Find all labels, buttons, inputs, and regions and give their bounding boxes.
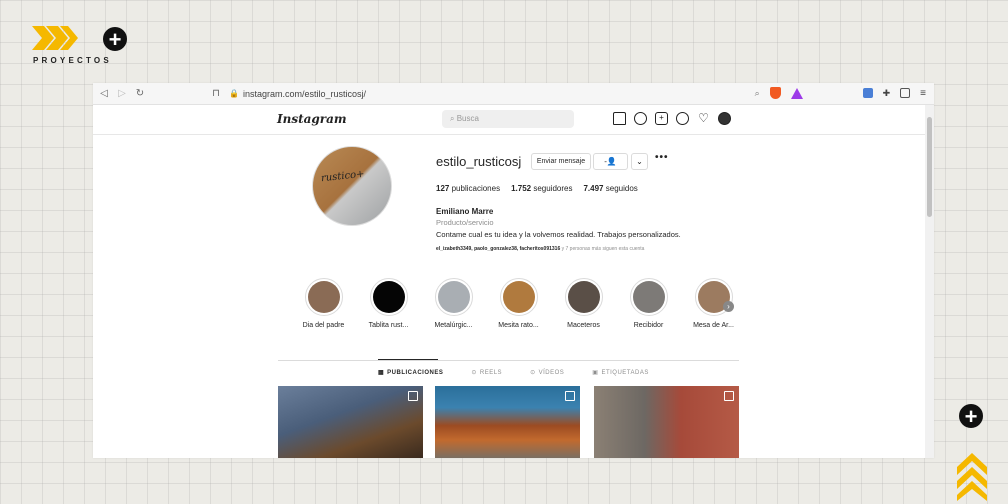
home-icon[interactable] (613, 112, 626, 125)
tab-label: REELS (479, 370, 503, 376)
search-placeholder: Busca (456, 114, 479, 123)
tab-vdeos[interactable]: ⊙ VÍDEOS (530, 369, 564, 376)
person-check-icon: -👤 (604, 157, 617, 166)
tab-icon: ⊙ (530, 370, 536, 376)
multiple-photos-icon (565, 391, 575, 401)
new-post-icon[interactable]: + (655, 112, 668, 125)
back-icon[interactable]: ◁ (97, 88, 111, 99)
posts-count: 127 publicaciones (436, 184, 501, 193)
story-highlights: Dia del padre Tablita rust... Metalúrgic..… (291, 278, 746, 329)
profile-stats: 127 publicaciones 1.752 seguidores 7.497… (436, 184, 638, 193)
followed-by[interactable]: el_izabeth3349, paolo_gonzalez38, facher… (436, 246, 644, 252)
active-tab-indicator (378, 359, 438, 360)
tabs-divider (278, 360, 739, 361)
activity-heart-icon[interactable]: ♡ (697, 112, 710, 125)
story-highlight[interactable]: Recibidor (616, 278, 681, 329)
highlight-cover (369, 278, 408, 316)
multiple-photos-icon (724, 391, 734, 401)
multiple-photos-icon (408, 391, 418, 401)
chevron-down-icon: ⌄ (636, 157, 643, 166)
plus-circle-icon: + (103, 27, 127, 51)
highlight-cover (499, 278, 538, 316)
profile-username: estilo_rusticosj (436, 154, 522, 169)
followers-count[interactable]: 1.752 seguidores (511, 184, 572, 193)
messenger-icon[interactable] (634, 112, 647, 125)
story-highlight[interactable]: Mesita rato... (486, 278, 551, 329)
tab-label: VÍDEOS (538, 370, 565, 376)
scrollbar[interactable] (925, 105, 934, 458)
search-input[interactable]: ⌕ Busca (442, 110, 574, 128)
story-highlight[interactable]: Metalúrgic... (421, 278, 486, 329)
suggested-dropdown-button[interactable]: ⌄ (631, 153, 648, 170)
profile-tabs: ▦ PUBLICACIONES ⊙ REELS ⊙ VÍDEOS ▣ ETIQUETADAS (378, 369, 649, 376)
tab-etiquetadas[interactable]: ▣ ETIQUETADAS (592, 369, 649, 376)
following-button[interactable]: -👤 (593, 153, 628, 170)
scrollbar-thumb[interactable] (927, 117, 932, 217)
lock-icon: 🔒 (229, 89, 239, 98)
post-thumbnail[interactable] (278, 386, 423, 458)
highlight-cover (434, 278, 473, 316)
highlight-label: Metalúrgic... (434, 322, 473, 329)
highlight-cover (564, 278, 603, 316)
highlight-label: Mesita rato... (498, 322, 539, 329)
wallet-icon[interactable] (900, 88, 911, 98)
brave-rewards-icon[interactable] (790, 87, 803, 99)
menu-icon[interactable]: ≡ (920, 88, 926, 99)
bookmark-icon[interactable]: ⊓ (209, 88, 223, 99)
explore-icon[interactable] (676, 112, 689, 125)
brand-label: PROYECTOS (33, 56, 112, 65)
address-bar[interactable]: instagram.com/estilo_rusticosj/ (243, 89, 366, 99)
instagram-logo[interactable]: Instagram (277, 112, 347, 126)
highlight-label: Mesa de Ar... (693, 322, 734, 329)
up-chevrons-icon (957, 453, 987, 501)
tab-reels[interactable]: ⊙ REELS (471, 369, 502, 376)
more-options-button[interactable]: ••• (655, 152, 669, 163)
forward-icon[interactable]: ▷ (115, 88, 129, 99)
translate-extension-icon[interactable] (862, 88, 873, 98)
post-thumbnail[interactable] (435, 386, 580, 458)
highlight-cover (304, 278, 343, 316)
tab-publicaciones[interactable]: ▦ PUBLICACIONES (378, 369, 443, 376)
tab-icon: ▦ (378, 370, 385, 376)
tab-icon: ⊙ (471, 370, 477, 376)
zoom-icon[interactable]: ⌕ (755, 88, 760, 99)
story-highlight[interactable]: Maceteros (551, 278, 616, 329)
search-icon: ⌕ (450, 114, 457, 123)
instagram-nav: + ♡ (613, 112, 731, 125)
tab-icon: ▣ (592, 370, 599, 376)
tab-label: PUBLICACIONES (387, 370, 444, 376)
story-highlight[interactable]: Dia del padre (291, 278, 356, 329)
chevron-right-icon[interactable]: › (723, 301, 734, 312)
story-highlight[interactable]: Mesa de Ar... (681, 278, 746, 329)
profile-full-name: Emiliano Marre (436, 207, 494, 216)
profile-picture[interactable]: rustico+ (312, 146, 392, 226)
brand-chevron-logo-icon (32, 26, 78, 50)
tab-label: ETIQUETADAS (601, 370, 649, 376)
plus-circle-icon: + (959, 404, 983, 428)
brave-shield-icon[interactable] (769, 87, 781, 99)
highlight-label: Dia del padre (302, 322, 345, 329)
profile-bio: Contame cual es tu idea y la volvemos re… (436, 230, 681, 239)
extensions-puzzle-icon[interactable]: ✚ (883, 88, 891, 99)
instagram-header: Instagram ⌕ Busca + ♡ (93, 105, 925, 135)
browser-window: ◁ ▷ ↻ ⊓ 🔒 instagram.com/estilo_rusticosj… (93, 83, 934, 458)
following-count[interactable]: 7.497 seguidos (583, 184, 637, 193)
profile-avatar-icon[interactable] (718, 112, 731, 125)
post-thumbnail[interactable] (594, 386, 739, 458)
reload-icon[interactable]: ↻ (133, 88, 147, 99)
story-highlight[interactable]: Tablita rust... (356, 278, 421, 329)
profile-picture-text: rustico+ (320, 168, 366, 185)
highlight-label: Recibidor (633, 322, 664, 329)
send-message-button[interactable]: Enviar mensaje (531, 153, 591, 170)
browser-toolbar: ◁ ▷ ↻ ⊓ 🔒 instagram.com/estilo_rusticosj… (93, 83, 934, 105)
highlight-label: Tablita rust... (368, 322, 409, 329)
highlight-cover (629, 278, 668, 316)
highlight-label: Maceteros (567, 322, 600, 329)
profile-category: Producto/servicio (436, 218, 494, 227)
